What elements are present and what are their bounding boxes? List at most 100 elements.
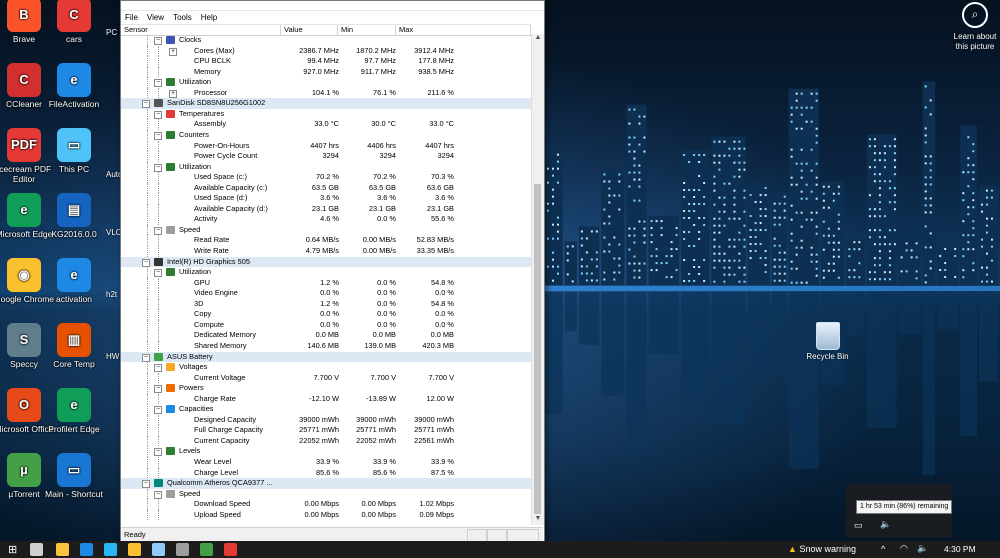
expand-icon[interactable]: + [169, 89, 177, 98]
learn-about-picture[interactable]: ⌕ Learn about this picture [950, 0, 1000, 52]
sensor-row[interactable]: Available Capacity (d:) 23.1 GB 23.1 GB 23.… [121, 203, 531, 215]
desktop-icon[interactable]: ▤ KG2016.0.0 [44, 193, 104, 239]
sensor-row[interactable]: + Cores (Max) 2386.7 MHz 1870.2 MHz 3912.4 M… [121, 45, 531, 57]
collapse-icon[interactable]: − [142, 100, 150, 109]
pdf-editor-icon[interactable] [224, 543, 237, 556]
category-row[interactable]: − Capacities [121, 404, 531, 415]
sensor-row[interactable]: Current Capacity 22052 mWh 22052 mWh 22561 … [121, 435, 531, 447]
category-row[interactable]: − Clocks [121, 35, 531, 46]
category-row[interactable]: − Levels [121, 446, 531, 457]
column-min[interactable]: Min [338, 25, 396, 35]
sensor-row[interactable]: Read Rate 0.64 MB/s 0.00 MB/s 52.83 MB/s [121, 235, 531, 246]
task-view-icon[interactable] [30, 543, 43, 556]
sensor-row[interactable]: Copy 0.0 % 0.0 % 0.0 % [121, 309, 531, 320]
category-row[interactable]: − Speed [121, 488, 531, 500]
desktop-icon[interactable]: ▥ Core Temp [44, 323, 104, 369]
menu-help[interactable]: Help [201, 11, 217, 24]
sensor-row[interactable]: Activity 4.6 % 0.0 % 55.6 % [121, 214, 531, 225]
start-button-icon[interactable]: ⊞ [8, 543, 21, 556]
collapse-icon[interactable]: − [154, 79, 162, 88]
sensor-row[interactable]: Current Voltage 7.700 V 7.700 V 7.700 V [121, 372, 531, 384]
sensor-row[interactable]: Assembly 33.0 °C 30.0 °C 33.0 °C [121, 119, 531, 130]
category-row[interactable]: − Temperatures [121, 108, 531, 120]
menu-tools[interactable]: Tools [173, 11, 192, 24]
utorrent-icon[interactable] [200, 543, 213, 556]
expand-icon[interactable]: + [169, 47, 177, 56]
partial-desktop-label[interactable]: Auto 2016 [106, 170, 120, 179]
sensor-row[interactable]: Write Rate 4.79 MB/s 0.00 MB/s 33.35 MB/s [121, 246, 531, 257]
weather-widget[interactable]: ▲ Snow warning [788, 541, 856, 558]
collapse-icon[interactable]: − [142, 258, 150, 267]
collapse-icon[interactable]: − [154, 364, 162, 373]
category-row[interactable]: − Powers [121, 383, 531, 394]
sensor-row[interactable]: Charge Rate -12.10 W -13.89 W 12.00 W [121, 393, 531, 405]
partial-desktop-label[interactable]: HWM [106, 352, 120, 361]
sensor-row[interactable]: Shared Memory 140.6 MB 139.0 MB 420.3 MB [121, 340, 531, 352]
desktop-icon[interactable]: Ccars [44, 0, 104, 44]
sensor-row[interactable]: Used Space (c:) 70.2 % 70.2 % 70.3 % [121, 172, 531, 183]
device-row[interactable]: − Qualcomm Atheros QCA9377 ... [121, 478, 531, 489]
column-max[interactable]: Max [396, 25, 531, 35]
category-row[interactable]: − Speed [121, 224, 531, 236]
collapse-icon[interactable]: − [142, 480, 150, 489]
sensor-row[interactable]: Wear Level 33.9 % 33.9 % 33.9 % [121, 457, 531, 468]
mail-icon[interactable] [152, 543, 165, 556]
category-row[interactable]: − Utilization [121, 161, 531, 173]
sensor-row[interactable]: Power Cycle Count 3294 3294 3294 [121, 151, 531, 162]
vertical-scrollbar[interactable]: ▲ ▼ [531, 34, 544, 525]
sensor-row[interactable]: Full Charge Capacity 25771 mWh 25771 mWh 25… [121, 425, 531, 436]
sensor-row[interactable]: GPU 1.2 % 0.0 % 54.8 % [121, 277, 531, 289]
desktop-icon[interactable]: ▭ Main - Shortcut [44, 453, 104, 499]
sensor-row[interactable]: CPU BCLK 99.4 MHz 97.7 MHz 177.8 MHz [121, 56, 531, 67]
collapse-icon[interactable]: − [154, 269, 162, 278]
sensor-row[interactable]: Video Engine 0.0 % 0.0 % 0.0 % [121, 288, 531, 299]
device-row[interactable]: − ASUS Battery [121, 351, 531, 363]
scroll-down-icon[interactable]: ▼ [533, 515, 543, 525]
collapse-icon[interactable]: − [154, 110, 162, 119]
chrome-icon[interactable] [128, 543, 141, 556]
hwmonitor-window[interactable]: File View Tools Help Sensor Value Min Ma… [120, 0, 545, 543]
sensor-row[interactable]: Memory 927.0 MHz 911.7 MHz 938.5 MHz [121, 66, 531, 78]
wifi-icon[interactable]: ◠ [900, 543, 908, 554]
sensor-row[interactable]: Power-On-Hours 4407 hrs 4406 hrs 4407 hrs [121, 140, 531, 152]
edge-icon[interactable] [80, 543, 93, 556]
collapse-icon[interactable]: − [154, 37, 162, 45]
partial-desktop-label[interactable]: PC H Ch [106, 28, 120, 37]
sensor-row[interactable]: Used Space (d:) 3.6 % 3.6 % 3.6 % [121, 193, 531, 204]
battery-icon[interactable]: ▭ [854, 520, 863, 531]
sensor-row[interactable]: Upload Speed 0.00 Mbps 0.00 Mbps 0.09 Mbps [121, 509, 531, 521]
scroll-up-icon[interactable]: ▲ [533, 34, 543, 44]
menu-view[interactable]: View [147, 11, 164, 24]
category-row[interactable]: − Utilization [121, 77, 531, 88]
volume-icon[interactable]: 🔈 [917, 543, 928, 554]
device-row[interactable]: − Intel(R) HD Graphics 505 [121, 256, 531, 268]
partial-desktop-label[interactable]: VLC Pl [106, 228, 120, 237]
desktop-icon[interactable]: ▭ This PC [44, 128, 104, 174]
collapse-icon[interactable]: − [154, 131, 162, 140]
collapse-icon[interactable]: − [154, 448, 162, 457]
partial-desktop-label[interactable]: h2t [106, 290, 120, 299]
recycle-bin[interactable]: Recycle Bin [800, 322, 855, 361]
category-row[interactable]: − Counters [121, 129, 531, 141]
sensor-row[interactable]: Dedicated Memory 0.0 MB 0.0 MB 0.0 MB [121, 330, 531, 341]
collapse-icon[interactable]: − [154, 385, 162, 394]
sensor-row[interactable]: Designed Capacity 39000 mWh 39000 mWh 39000… [121, 414, 531, 426]
collapse-icon[interactable]: − [142, 353, 150, 362]
collapse-icon[interactable]: − [154, 490, 162, 499]
collapse-icon[interactable]: − [154, 226, 162, 235]
sensor-row[interactable]: 3D 1.2 % 0.0 % 54.8 % [121, 298, 531, 310]
sensor-row[interactable]: Download Speed 0.00 Mbps 0.00 Mbps 1.02 Mbp… [121, 499, 531, 510]
desktop-icon[interactable]: e Profilert Edge [44, 388, 104, 434]
collapse-icon[interactable]: − [154, 163, 162, 172]
sensor-tree[interactable]: − Clocks + Cores (Max) 2386.7 MHz 1870.2 MHz 3… [121, 35, 531, 525]
category-row[interactable]: − Utilization [121, 267, 531, 278]
settings-icon[interactable] [176, 543, 189, 556]
scrollbar-thumb[interactable] [534, 184, 541, 514]
sensor-row[interactable]: Charge Level 85.6 % 85.6 % 87.5 % [121, 467, 531, 479]
column-value[interactable]: Value [281, 25, 338, 35]
sensor-row[interactable]: Compute 0.0 % 0.0 % 0.0 % [121, 319, 531, 331]
desktop-icon[interactable]: e activation [44, 258, 104, 304]
device-row[interactable]: − SanDisk SD8SN8U256G1002 [121, 98, 531, 109]
window-titlebar[interactable] [121, 1, 544, 11]
desktop-icon[interactable]: e FileActivation [44, 63, 104, 109]
